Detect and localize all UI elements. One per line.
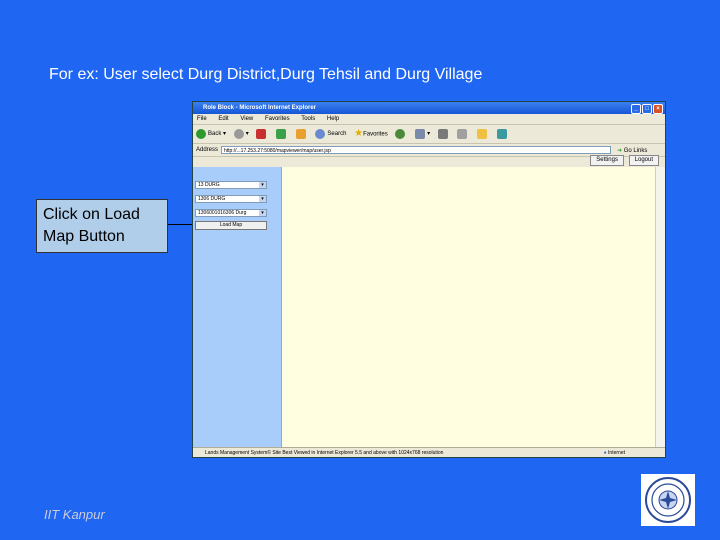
tehsil-select[interactable]: 1306 DURG ▾ xyxy=(195,195,267,203)
menu-help[interactable]: Help xyxy=(327,116,339,122)
callout-box: Click on Load Map Button xyxy=(36,199,168,253)
folder-icon xyxy=(477,128,488,139)
history-icon xyxy=(395,128,406,139)
web-page: Settings Logout 13 DURG ▾ 1306 DURG ▾ 1306… xyxy=(193,155,665,447)
back-arrow-icon xyxy=(196,128,206,139)
search-button[interactable]: Search xyxy=(315,125,346,143)
messenger-icon xyxy=(496,128,507,139)
left-panel: 13 DURG ▾ 1306 DURG ▾ 1306001016306 Durg ▾ … xyxy=(193,167,281,447)
messenger-button[interactable] xyxy=(496,125,509,143)
map-content-area[interactable] xyxy=(281,167,656,447)
star-icon: ★ xyxy=(354,128,364,139)
back-button[interactable]: Back ▾ xyxy=(196,125,226,143)
close-icon[interactable]: × xyxy=(653,104,663,114)
browser-titlebar: Role Block - Microsoft Internet Explorer… xyxy=(193,102,665,114)
address-input[interactable]: http://...17.253.27:5080/mapviewer/map/u… xyxy=(221,146,611,154)
load-map-button[interactable]: Load Map xyxy=(195,221,267,230)
menu-file[interactable]: File xyxy=(197,116,207,122)
mail-button[interactable]: ▾ xyxy=(415,125,430,143)
links-label[interactable]: Links xyxy=(633,148,647,154)
menu-edit[interactable]: Edit xyxy=(218,116,228,122)
folder-button[interactable] xyxy=(477,125,489,143)
chevron-down-icon: ▾ xyxy=(259,210,266,216)
zone-indicator: ● Internet xyxy=(603,450,625,456)
window-title: Role Block - Microsoft Internet Explorer xyxy=(203,105,317,111)
refresh-button[interactable] xyxy=(276,125,288,143)
minimize-icon[interactable]: _ xyxy=(631,104,641,114)
favorites-button[interactable]: ★Favorites xyxy=(354,125,388,144)
logout-button[interactable]: Logout xyxy=(628,155,659,166)
stop-icon xyxy=(256,128,267,139)
search-icon xyxy=(315,128,326,139)
footer-label: IIT Kanpur xyxy=(44,507,105,522)
vertical-scrollbar[interactable] xyxy=(655,167,665,447)
edit-icon xyxy=(457,128,468,139)
refresh-icon xyxy=(276,128,287,139)
print-icon xyxy=(437,128,448,139)
menu-favorites[interactable]: Favorites xyxy=(265,116,290,122)
mail-icon xyxy=(415,128,426,139)
maximize-icon[interactable]: □ xyxy=(642,104,652,114)
settings-button[interactable]: Settings xyxy=(590,155,624,166)
forward-button[interactable]: ▾ xyxy=(233,125,249,143)
menu-view[interactable]: View xyxy=(240,116,253,122)
menu-tools[interactable]: Tools xyxy=(301,116,315,122)
seal-icon xyxy=(645,477,691,523)
chevron-down-icon: ▾ xyxy=(259,196,266,202)
village-select[interactable]: 1306001016306 Durg ▾ xyxy=(195,209,267,217)
menu-bar: File Edit View Favorites Tools Help xyxy=(193,114,665,125)
home-icon xyxy=(295,128,306,139)
status-bar: Lands Management System© Site Best Viewe… xyxy=(193,447,665,457)
browser-toolbar: Back ▾ ▾ Search ★Favorites ▾ xyxy=(193,125,665,144)
institute-logo xyxy=(641,474,695,526)
chevron-down-icon: ▾ xyxy=(259,182,266,188)
go-arrow-icon: ➜ xyxy=(617,148,623,154)
address-label: Address xyxy=(196,147,219,153)
globe-icon: ● xyxy=(603,450,607,456)
forward-arrow-icon xyxy=(233,128,244,139)
history-button[interactable] xyxy=(395,125,407,143)
callout-leader-line xyxy=(168,224,194,225)
status-text: Lands Management System© Site Best Viewe… xyxy=(205,450,444,456)
page-button-row: Settings Logout xyxy=(587,155,659,167)
stop-button[interactable] xyxy=(256,125,268,143)
browser-window: Role Block - Microsoft Internet Explorer… xyxy=(192,101,666,458)
edit-button[interactable] xyxy=(457,125,469,143)
home-button[interactable] xyxy=(295,125,308,143)
slide-title: For ex: User select Durg District,Durg T… xyxy=(49,66,483,83)
print-button[interactable] xyxy=(437,125,450,143)
district-select[interactable]: 13 DURG ▾ xyxy=(195,181,267,189)
